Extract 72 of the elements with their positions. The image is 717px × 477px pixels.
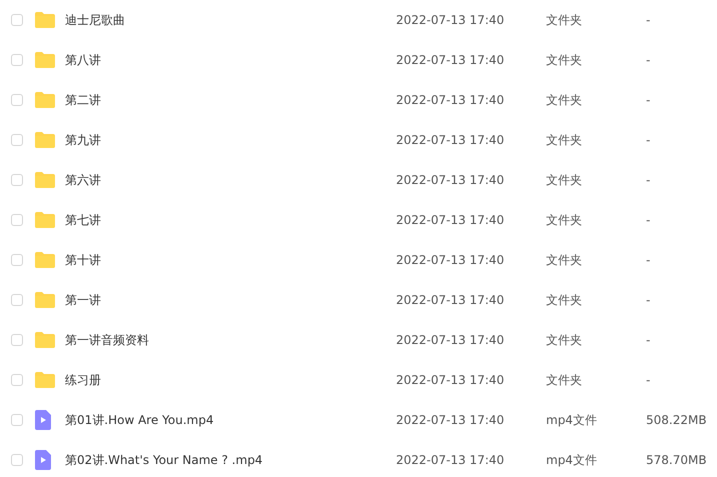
file-name[interactable]: 第九讲 — [65, 132, 101, 146]
file-size: - — [646, 293, 650, 307]
file-name[interactable]: 第八讲 — [65, 52, 101, 66]
file-name[interactable]: 迪士尼歌曲 — [65, 12, 125, 26]
file-name[interactable]: 练习册 — [65, 372, 101, 386]
folder-icon — [35, 332, 55, 348]
file-name[interactable]: 第十讲 — [65, 252, 101, 266]
file-size: 508.22MB — [646, 413, 707, 427]
row-checkbox[interactable] — [11, 94, 23, 106]
folder-icon — [35, 252, 55, 268]
folder-icon — [35, 172, 55, 188]
file-type: 文件夹 — [546, 372, 582, 386]
file-name[interactable]: 第七讲 — [65, 212, 101, 226]
row-checkbox[interactable] — [11, 54, 23, 66]
file-name[interactable]: 第一讲音频资料 — [65, 332, 149, 346]
row-checkbox[interactable] — [11, 374, 23, 386]
row-checkbox[interactable] — [11, 214, 23, 226]
folder-icon — [35, 52, 55, 68]
modified-date: 2022-07-13 17:40 — [396, 53, 504, 67]
row-checkbox[interactable] — [11, 334, 23, 346]
folder-icon — [35, 372, 55, 388]
video-file-icon — [35, 410, 51, 430]
file-type: 文件夹 — [546, 332, 582, 346]
file-size: - — [646, 213, 650, 227]
folder-icon — [35, 132, 55, 148]
file-size: - — [646, 93, 650, 107]
file-type: 文件夹 — [546, 292, 582, 306]
modified-date: 2022-07-13 17:40 — [396, 13, 504, 27]
video-file-icon — [35, 450, 51, 470]
file-size: - — [646, 133, 650, 147]
file-size: - — [646, 53, 650, 67]
file-type: mp4文件 — [546, 412, 597, 426]
modified-date: 2022-07-13 17:40 — [396, 453, 504, 467]
modified-date: 2022-07-13 17:40 — [396, 133, 504, 147]
row-checkbox[interactable] — [11, 134, 23, 146]
modified-date: 2022-07-13 17:40 — [396, 93, 504, 107]
folder-icon — [35, 292, 55, 308]
file-size: - — [646, 333, 650, 347]
file-type: 文件夹 — [546, 212, 582, 226]
file-name[interactable]: 第01讲.How Are You.mp4 — [65, 412, 214, 426]
modified-date: 2022-07-13 17:40 — [396, 293, 504, 307]
file-size: - — [646, 13, 650, 27]
row-checkbox[interactable] — [11, 14, 23, 26]
folder-icon — [35, 212, 55, 228]
row-checkbox[interactable] — [11, 174, 23, 186]
row-checkbox[interactable] — [11, 294, 23, 306]
modified-date: 2022-07-13 17:40 — [396, 173, 504, 187]
file-type: 文件夹 — [546, 172, 582, 186]
row-checkbox[interactable] — [11, 254, 23, 266]
file-type: 文件夹 — [546, 132, 582, 146]
file-size: - — [646, 373, 650, 387]
folder-icon — [35, 92, 55, 108]
file-type: 文件夹 — [546, 252, 582, 266]
row-checkbox[interactable] — [11, 414, 23, 426]
modified-date: 2022-07-13 17:40 — [396, 333, 504, 347]
file-type: mp4文件 — [546, 452, 597, 466]
file-size: - — [646, 253, 650, 267]
modified-date: 2022-07-13 17:40 — [396, 413, 504, 427]
modified-date: 2022-07-13 17:40 — [396, 213, 504, 227]
file-name[interactable]: 第02讲.What's Your Name ? .mp4 — [65, 452, 263, 466]
file-type: 文件夹 — [546, 52, 582, 66]
modified-date: 2022-07-13 17:40 — [396, 373, 504, 387]
file-size: 578.70MB — [646, 453, 707, 467]
file-name[interactable]: 第一讲 — [65, 292, 101, 306]
modified-date: 2022-07-13 17:40 — [396, 253, 504, 267]
file-size: - — [646, 173, 650, 187]
file-type: 文件夹 — [546, 92, 582, 106]
folder-icon — [35, 12, 55, 28]
row-checkbox[interactable] — [11, 454, 23, 466]
file-name[interactable]: 第六讲 — [65, 172, 101, 186]
file-name[interactable]: 第二讲 — [65, 92, 101, 106]
file-type: 文件夹 — [546, 12, 582, 26]
